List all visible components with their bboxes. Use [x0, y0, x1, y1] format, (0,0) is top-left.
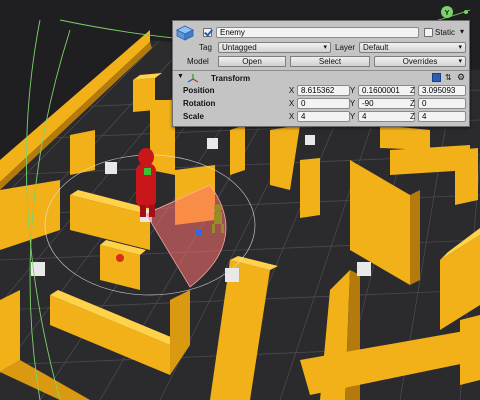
rotation-z-axis-label[interactable]: Z	[408, 99, 417, 108]
scale-x-field[interactable]: 4	[297, 111, 350, 122]
rotation-x-field[interactable]: 0	[297, 98, 350, 109]
tag-label: Tag	[199, 43, 212, 52]
static-checkbox[interactable]	[424, 28, 433, 37]
svg-text:Y: Y	[445, 10, 450, 17]
object-name-field[interactable]: Enemy	[216, 27, 419, 38]
active-checkbox[interactable]	[203, 28, 212, 37]
scale-z-axis-label[interactable]: Z	[408, 112, 417, 121]
scene-view-root[interactable]: Y Enemy Static ▾ Tag Untagged Layer Defa…	[0, 0, 480, 400]
rotation-x-axis-label[interactable]: X	[287, 99, 296, 108]
scale-y-axis-label[interactable]: Y	[348, 112, 357, 121]
position-x-field[interactable]: 8.615362	[297, 85, 350, 96]
layer-dropdown[interactable]: Default	[359, 42, 466, 53]
scene-gizmo-dot	[464, 10, 468, 14]
rotation-y-axis-label[interactable]: Y	[348, 99, 357, 108]
scene-gizmo-icon[interactable]: Y	[441, 6, 453, 18]
inspector-panel: Enemy Static ▾ Tag Untagged Layer Defaul…	[172, 20, 470, 127]
model-label: Model	[187, 57, 209, 66]
position-y-field[interactable]: 0.1600001	[358, 85, 415, 96]
transform-title: Transform	[211, 74, 251, 83]
position-z-field[interactable]: 3.095093	[418, 85, 466, 96]
rotation-label: Rotation	[183, 99, 216, 108]
transform-foldout-arrow-icon[interactable]: ▼	[177, 73, 184, 80]
scale-label: Scale	[183, 112, 204, 121]
transform-axes-icon	[187, 74, 199, 83]
waypoint-marker	[116, 254, 124, 262]
static-dropdown-arrow-icon[interactable]: ▾	[460, 27, 464, 36]
transform-help-icon[interactable]	[432, 73, 441, 82]
overrides-dropdown[interactable]: Overrides	[374, 56, 466, 67]
scale-x-axis-label[interactable]: X	[287, 112, 296, 121]
rotation-y-field[interactable]: -90	[358, 98, 415, 109]
layer-label: Layer	[335, 43, 356, 52]
open-button[interactable]: Open	[218, 56, 286, 67]
inspector-divider	[173, 70, 469, 71]
transform-preset-icon[interactable]: ⇅	[445, 73, 452, 82]
static-label: Static	[435, 28, 456, 37]
rotation-z-field[interactable]: 0	[418, 98, 466, 109]
select-button[interactable]: Select	[290, 56, 370, 67]
position-x-axis-label[interactable]: X	[287, 86, 296, 95]
position-z-axis-label[interactable]: Z	[408, 86, 417, 95]
scale-z-field[interactable]: 4	[418, 111, 466, 122]
position-y-axis-label[interactable]: Y	[348, 86, 357, 95]
position-label: Position	[183, 86, 215, 95]
scale-y-field[interactable]: 4	[358, 111, 415, 122]
transform-settings-gear-icon[interactable]: ⚙	[457, 72, 465, 83]
tag-dropdown[interactable]: Untagged	[218, 42, 331, 53]
move-handle-blue[interactable]	[196, 230, 202, 236]
